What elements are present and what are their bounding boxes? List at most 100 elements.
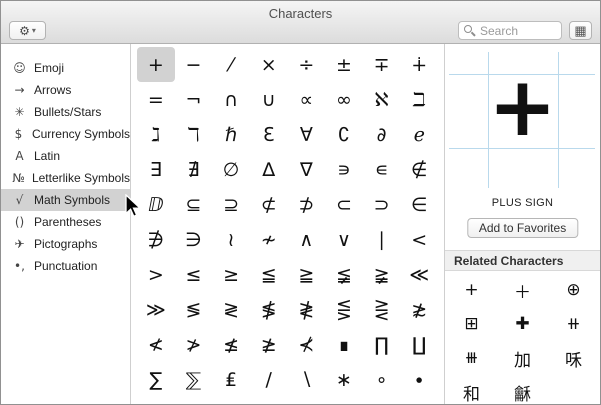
grid-cell[interactable]: ≤ (175, 257, 213, 292)
grid-cell[interactable]: ℶ (400, 82, 438, 117)
grid-cell[interactable]: ∔ (400, 47, 438, 82)
grid-cell[interactable]: ⊆ (175, 187, 213, 222)
related-character-cell[interactable]: 龢 (497, 375, 548, 405)
grid-cell[interactable]: ∂ (363, 117, 401, 152)
settings-button[interactable]: ⚙ ▾ (9, 21, 46, 40)
grid-cell[interactable]: ∃ (137, 152, 175, 187)
grid-cell[interactable]: ≵ (400, 292, 438, 327)
grid-cell[interactable]: ≰ (212, 327, 250, 362)
grid-cell[interactable]: ∗ (325, 362, 363, 397)
grid-cell[interactable]: ∓ (363, 47, 401, 82)
related-character-cell[interactable]: ⧻ (446, 341, 497, 375)
grid-cell[interactable]: ∎ (325, 327, 363, 362)
grid-cell[interactable]: ∩ (212, 82, 250, 117)
grid-cell[interactable]: ≧ (288, 257, 326, 292)
grid-cell[interactable]: ≀ (212, 222, 250, 257)
grid-cell[interactable]: ∣ (363, 222, 401, 257)
grid-cell[interactable]: ≨ (325, 257, 363, 292)
sidebar-item-math-symbols[interactable]: √Math Symbols (1, 189, 130, 211)
grid-cell[interactable]: ∘ (363, 362, 401, 397)
grid-cell[interactable]: ⊃ (363, 187, 401, 222)
sidebar-item-pictographs[interactable]: ✈Pictographs (1, 233, 130, 255)
grid-cell[interactable]: ≦ (250, 257, 288, 292)
sidebar-item-arrows[interactable]: →Arrows (1, 79, 130, 101)
grid-cell[interactable]: ≁ (250, 222, 288, 257)
grid-cell[interactable]: ∋ (175, 222, 213, 257)
sidebar-item-currency-symbols[interactable]: $Currency Symbols (1, 123, 130, 145)
grid-cell[interactable]: ⅀ (175, 362, 213, 397)
grid-cell[interactable]: ≯ (175, 327, 213, 362)
grid-cell[interactable]: ∍ (325, 152, 363, 187)
grid-cell[interactable]: > (137, 257, 175, 292)
grid-cell[interactable]: ¬ (175, 82, 213, 117)
grid-cell[interactable]: ∙ (400, 362, 438, 397)
related-character-cell[interactable]: + (446, 273, 497, 307)
grid-cell[interactable]: ∌ (137, 222, 175, 257)
grid-cell[interactable]: ≫ (137, 292, 175, 327)
grid-cell[interactable]: ∊ (363, 152, 401, 187)
grid-cell[interactable]: ⊄ (250, 187, 288, 222)
grid-cell[interactable]: ≩ (363, 257, 401, 292)
sidebar-item-latin[interactable]: ALatin (1, 145, 130, 167)
grid-cell[interactable]: ≪ (400, 257, 438, 292)
related-character-cell[interactable]: 咊 (548, 341, 599, 375)
grid-cell[interactable]: ∝ (288, 82, 326, 117)
related-character-cell[interactable]: ＋ (497, 273, 548, 307)
grid-cell[interactable]: ∄ (175, 152, 213, 187)
grid-cell[interactable]: × (250, 47, 288, 82)
related-character-cell[interactable]: ✚ (497, 307, 548, 341)
grid-cell[interactable]: ∧ (288, 222, 326, 257)
grid-cell[interactable]: ≹ (288, 292, 326, 327)
grid-cell[interactable]: ∐ (400, 327, 438, 362)
search-input[interactable] (458, 21, 562, 40)
grid-cell[interactable]: ÷ (288, 47, 326, 82)
grid-cell[interactable]: ∏ (363, 327, 401, 362)
grid-cell[interactable]: ∁ (325, 117, 363, 152)
grid-cell[interactable]: ℵ (363, 82, 401, 117)
grid-cell[interactable]: ∞ (325, 82, 363, 117)
grid-cell[interactable]: ± (325, 47, 363, 82)
sidebar-item-letterlike-symbols[interactable]: №Letterlike Symbols (1, 167, 130, 189)
related-character-cell[interactable]: 和 (446, 375, 497, 405)
grid-cell[interactable]: ₤ (212, 362, 250, 397)
grid-cell[interactable]: ⊂ (325, 187, 363, 222)
grid-cell[interactable]: ∪ (250, 82, 288, 117)
grid-cell[interactable]: ≥ (212, 257, 250, 292)
grid-cell[interactable]: ℇ (250, 117, 288, 152)
grid-cell[interactable]: ⊅ (288, 187, 326, 222)
grid-cell[interactable]: ⊀ (288, 327, 326, 362)
panel-toggle-button[interactable]: ▦ (569, 21, 592, 40)
grid-cell[interactable]: ⋛ (363, 292, 401, 327)
grid-cell[interactable]: ∕ (250, 362, 288, 397)
grid-cell[interactable]: < (400, 222, 438, 257)
grid-cell[interactable]: ∅ (212, 152, 250, 187)
grid-cell-selected[interactable]: + (137, 47, 175, 82)
grid-cell[interactable]: ∈ (400, 187, 438, 222)
sidebar-item-punctuation[interactable]: •,Punctuation (1, 255, 130, 277)
grid-cell[interactable]: ℸ (175, 117, 213, 152)
grid-cell[interactable]: ≶ (175, 292, 213, 327)
grid-cell[interactable]: ⁄ (212, 47, 250, 82)
grid-cell[interactable]: − (175, 47, 213, 82)
grid-cell[interactable]: = (137, 82, 175, 117)
grid-cell[interactable]: ℯ (400, 117, 438, 152)
grid-cell[interactable]: ≱ (250, 327, 288, 362)
related-character-cell[interactable]: ⧺ (548, 307, 599, 341)
related-character-cell[interactable]: ⊕ (548, 273, 599, 307)
grid-cell[interactable]: ≸ (250, 292, 288, 327)
grid-cell[interactable]: ⊇ (212, 187, 250, 222)
grid-cell[interactable]: ⋚ (325, 292, 363, 327)
grid-cell[interactable]: ∆ (250, 152, 288, 187)
grid-cell[interactable]: ∑ (137, 362, 175, 397)
add-to-favorites-button[interactable]: Add to Favorites (467, 218, 578, 238)
related-character-cell[interactable]: 加 (497, 341, 548, 375)
grid-cell[interactable]: ℏ (212, 117, 250, 152)
related-character-cell[interactable]: ⊞ (446, 307, 497, 341)
grid-cell[interactable]: ≷ (212, 292, 250, 327)
grid-cell[interactable]: ∨ (325, 222, 363, 257)
grid-cell[interactable]: ⅅ (137, 187, 175, 222)
grid-cell[interactable]: ∇ (288, 152, 326, 187)
grid-cell[interactable]: ℷ (137, 117, 175, 152)
sidebar-item-bullets-stars[interactable]: ✳Bullets/Stars (1, 101, 130, 123)
grid-cell[interactable]: ≮ (137, 327, 175, 362)
